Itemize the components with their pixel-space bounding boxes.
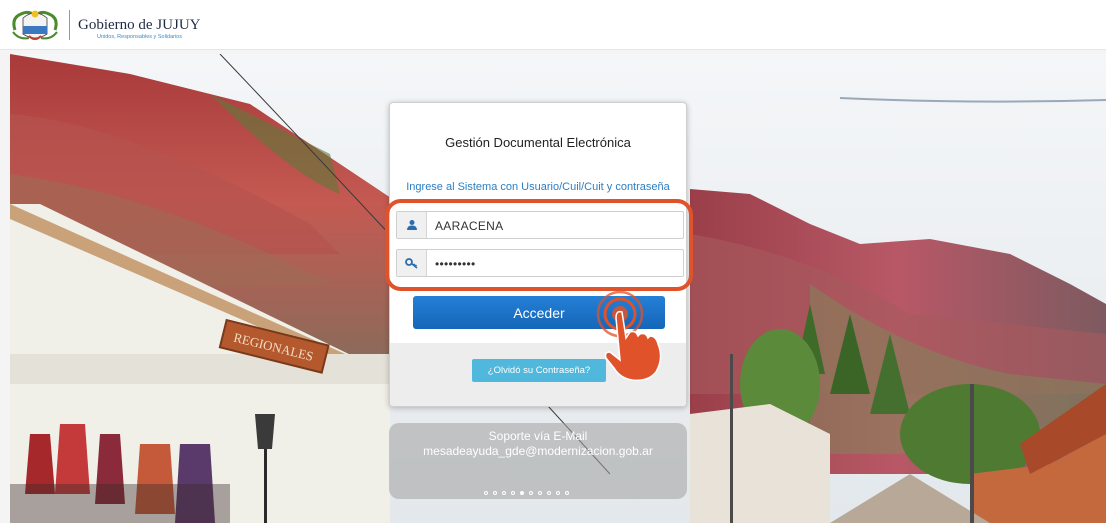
- carousel-dot[interactable]: [511, 491, 515, 495]
- carousel-dot[interactable]: [565, 491, 569, 495]
- carousel-dot[interactable]: [547, 491, 551, 495]
- forgot-password-button[interactable]: ¿Olvidó su Contraseña?: [472, 359, 606, 382]
- support-email[interactable]: mesadeayuda_gde@modernizacion.gob.ar: [389, 444, 687, 458]
- login-title: Gestión Documental Electrónica: [445, 135, 631, 150]
- org-slogan: Unidos, Responsables y Solidarios: [97, 34, 182, 40]
- carousel-dot[interactable]: [484, 491, 488, 495]
- carousel-dot[interactable]: [493, 491, 497, 495]
- credentials-highlight: [385, 199, 693, 291]
- support-box: Soporte vía E-Mail mesadeayuda_gde@moder…: [389, 423, 687, 499]
- carousel-dot[interactable]: [538, 491, 542, 495]
- header-divider: [69, 10, 70, 40]
- coat-of-arms-icon: [9, 8, 61, 44]
- carousel-dot[interactable]: [556, 491, 560, 495]
- carousel-dots: [484, 491, 569, 495]
- org-name: Gobierno de JUJUY: [78, 17, 201, 33]
- support-title: Soporte vía E-Mail: [488, 429, 588, 443]
- login-instructions: Ingrese al Sistema con Usuario/Cuil/Cuit…: [406, 181, 670, 193]
- tap-gesture-icon: [592, 288, 672, 388]
- carousel-dot[interactable]: [529, 491, 533, 495]
- carousel-dot[interactable]: [520, 491, 524, 495]
- carousel-dot[interactable]: [502, 491, 506, 495]
- top-header: Gobierno de JUJUY Unidos, Responsables y…: [0, 0, 1106, 50]
